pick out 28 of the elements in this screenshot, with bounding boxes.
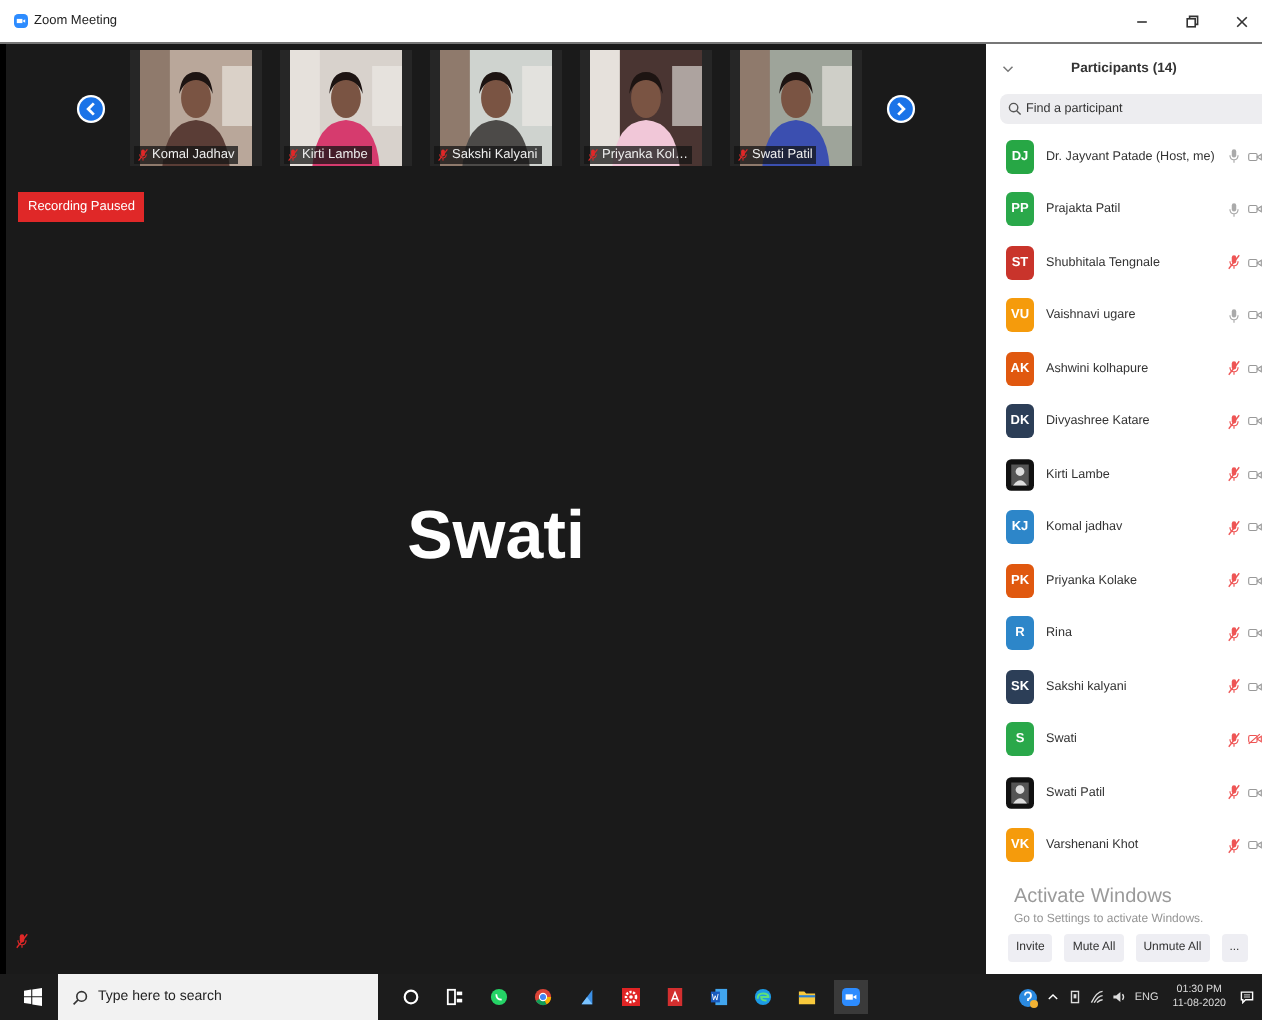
previous-arrow-icon[interactable] [76,93,106,123]
pdf-app-icon[interactable] [666,988,684,1006]
caret-up-icon[interactable] [1046,990,1061,1004]
document-app-icon[interactable] [710,988,728,1006]
browser-icon[interactable] [534,988,552,1006]
help-icon[interactable] [1018,987,1039,1007]
search-icon [1008,102,1022,116]
active-speaker-name: Swati [407,498,585,576]
network-icon[interactable] [1090,990,1105,1004]
windows-start-icon[interactable] [24,988,42,1006]
gear-icon[interactable] [622,988,640,1006]
speaker-icon[interactable] [1112,990,1127,1004]
next-arrow-icon[interactable] [886,93,916,123]
browser-icon[interactable] [754,988,772,1006]
folder-icon[interactable] [798,988,816,1006]
circle-icon[interactable] [402,988,420,1006]
search-icon [72,989,88,1005]
task-view-icon[interactable] [446,988,464,1006]
notification-icon[interactable] [1240,990,1254,1004]
close-icon[interactable] [1234,13,1250,29]
arrow-app-icon[interactable] [578,988,596,1006]
device-icon[interactable] [1068,990,1083,1004]
collapse-chevron-icon[interactable] [1002,64,1014,74]
activation-notice-title: Activate Windows [1014,886,1172,908]
chat-app-icon[interactable] [490,988,508,1006]
video-camera-icon[interactable] [842,988,860,1006]
restore-icon[interactable] [1184,13,1200,29]
video-camera-icon [14,14,28,28]
